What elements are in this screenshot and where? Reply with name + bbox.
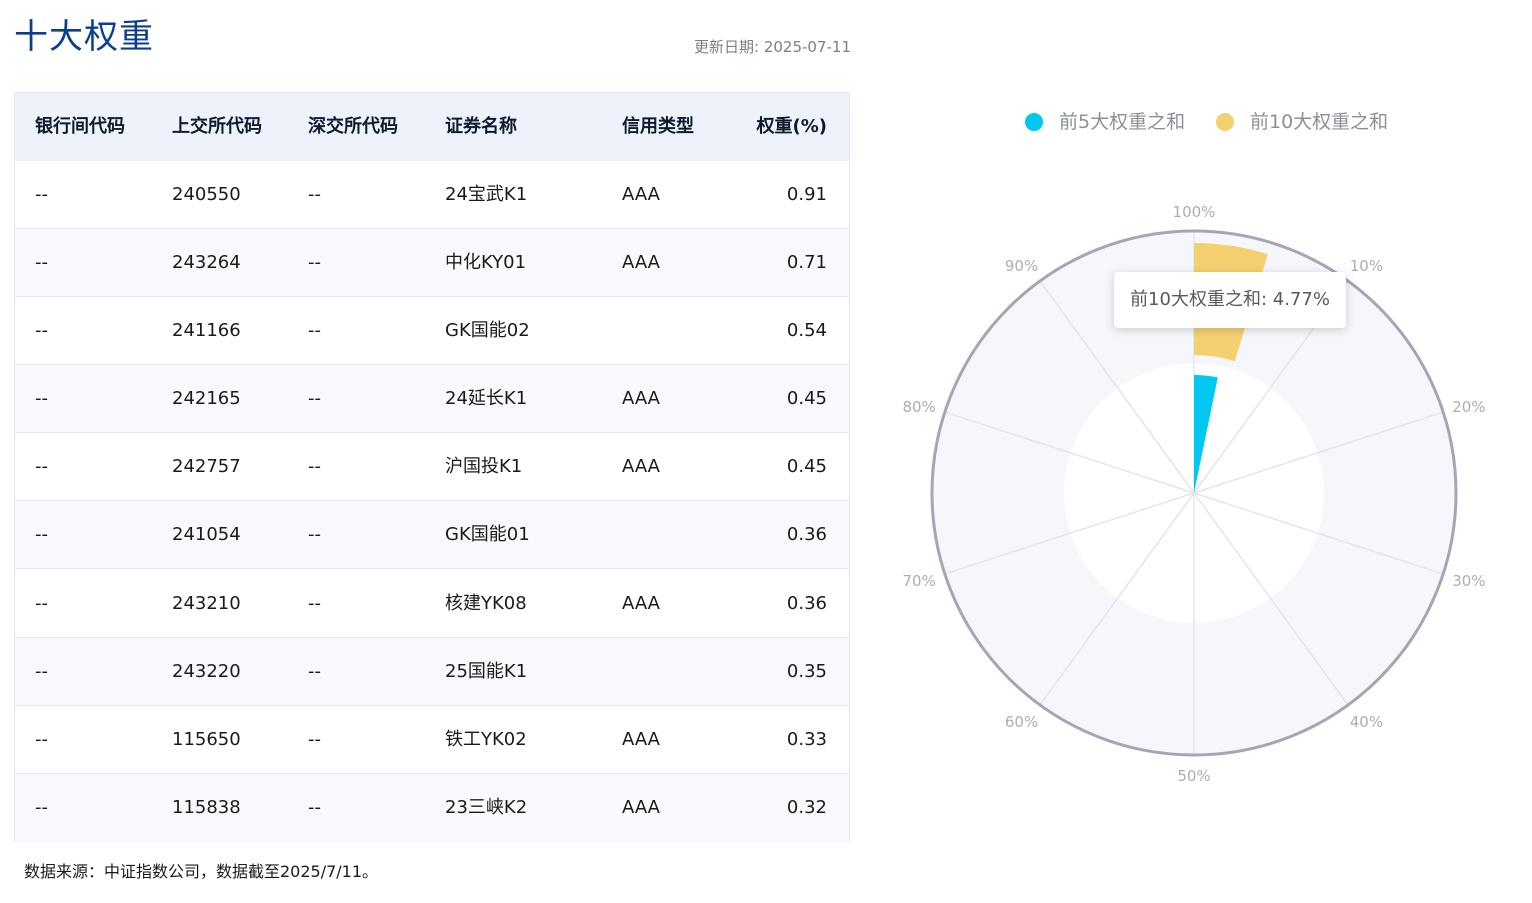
cell-credit-type: AAA [622, 456, 660, 477]
cell-security-name: 铁工YK02 [445, 729, 527, 750]
table-row: -- 241054 -- GK国能01 0.36 [15, 501, 849, 569]
cell-credit-type: AAA [622, 184, 660, 205]
cell-weight: 0.54 [786, 320, 827, 341]
cell-weight: 0.32 [786, 797, 827, 818]
cell-szse-code: -- [308, 388, 321, 409]
cell-sse-code: 240550 [172, 184, 241, 205]
table-row: -- 242165 -- 24延长K1 AAA 0.45 [15, 365, 849, 433]
cell-weight: 0.36 [786, 524, 827, 545]
cell-security-name: 24延长K1 [445, 388, 528, 409]
cell-szse-code: -- [308, 184, 321, 205]
cell-szse-code: -- [308, 797, 321, 818]
angle-tick-label: 10% [1350, 257, 1383, 275]
cell-weight: 0.36 [786, 593, 827, 614]
header-credit-type: 信用类型 [622, 116, 694, 137]
angle-tick-label: 100% [1173, 203, 1216, 221]
cell-sse-code: 243210 [172, 593, 241, 614]
cell-interbank-code: -- [35, 388, 48, 409]
cell-sse-code: 242165 [172, 388, 241, 409]
cell-interbank-code: -- [35, 524, 48, 545]
cell-interbank-code: -- [35, 320, 48, 341]
table-row: -- 243210 -- 核建YK08 AAA 0.36 [15, 570, 849, 638]
holdings-table: 银行间代码 上交所代码 深交所代码 证券名称 信用类型 权重(%) -- 240… [14, 92, 850, 842]
table-header-row: 银行间代码 上交所代码 深交所代码 证券名称 信用类型 权重(%) [15, 93, 849, 161]
cell-security-name: 24宝武K1 [445, 184, 528, 205]
angle-tick-label: 90% [1005, 257, 1038, 275]
cell-weight: 0.33 [786, 729, 827, 750]
cell-security-name: 中化KY01 [445, 252, 527, 273]
cell-sse-code: 241054 [172, 524, 241, 545]
cell-interbank-code: -- [35, 252, 48, 273]
header-sse-code: 上交所代码 [172, 116, 262, 137]
data-source-note: 数据来源：中证指数公司，数据截至2025/7/11。 [24, 862, 379, 881]
cell-sse-code: 242757 [172, 456, 241, 477]
cell-szse-code: -- [308, 593, 321, 614]
angle-tick-label: 80% [902, 398, 935, 416]
cell-interbank-code: -- [35, 184, 48, 205]
angle-tick-label: 50% [1177, 767, 1210, 785]
cell-interbank-code: -- [35, 729, 48, 750]
angle-tick-label: 20% [1452, 398, 1485, 416]
angle-tick-label: 60% [1005, 713, 1038, 731]
cell-security-name: GK国能01 [445, 524, 530, 545]
cell-credit-type: AAA [622, 388, 660, 409]
table-row: -- 241166 -- GK国能02 0.54 [15, 297, 849, 365]
cell-security-name: 沪国投K1 [445, 456, 523, 477]
cell-sse-code: 243220 [172, 661, 241, 682]
cell-weight: 0.45 [786, 456, 827, 477]
cell-interbank-code: -- [35, 593, 48, 614]
cell-szse-code: -- [308, 524, 321, 545]
cell-credit-type: AAA [622, 252, 660, 273]
cell-szse-code: -- [308, 456, 321, 477]
update-date: 更新日期: 2025-07-11 [694, 38, 851, 56]
polar-bar-chart: 100% 10% 20% 30% 40% 50% 60% 70% 80% 90% [902, 203, 1485, 785]
cell-interbank-code: -- [35, 456, 48, 477]
cell-szse-code: -- [308, 320, 321, 341]
page-title: 十大权重 [14, 17, 154, 57]
cell-szse-code: -- [308, 661, 321, 682]
cell-sse-code: 115650 [172, 729, 241, 750]
cell-weight: 0.91 [786, 184, 827, 205]
cell-credit-type: AAA [622, 593, 660, 614]
angle-tick-label: 70% [902, 572, 935, 590]
header-weight: 权重(%) [756, 116, 828, 137]
cell-security-name: 核建YK08 [445, 593, 527, 614]
cell-weight: 0.35 [786, 661, 827, 682]
cell-sse-code: 241166 [172, 320, 241, 341]
cell-sse-code: 115838 [172, 797, 241, 818]
cell-interbank-code: -- [35, 661, 48, 682]
cell-szse-code: -- [308, 252, 321, 273]
table-row: -- 243264 -- 中化KY01 AAA 0.71 [15, 229, 849, 297]
cell-security-name: 25国能K1 [445, 661, 528, 682]
cell-weight: 0.71 [786, 252, 827, 273]
cell-weight: 0.45 [786, 388, 827, 409]
header-szse-code: 深交所代码 [308, 116, 398, 137]
header-security-name: 证券名称 [445, 116, 517, 137]
table-row: -- 242757 -- 沪国投K1 AAA 0.45 [15, 433, 849, 501]
table-row: -- 115650 -- 铁工YK02 AAA 0.33 [15, 706, 849, 774]
cell-szse-code: -- [308, 729, 321, 750]
chart-tooltip: 前10大权重之和: 4.77% [1114, 272, 1346, 328]
cell-sse-code: 243264 [172, 252, 241, 273]
angle-tick-label: 40% [1350, 713, 1383, 731]
cell-interbank-code: -- [35, 797, 48, 818]
angle-tick-label: 30% [1452, 572, 1485, 590]
cell-security-name: 23三峡K2 [445, 797, 528, 818]
cell-credit-type: AAA [622, 729, 660, 750]
header-interbank-code: 银行间代码 [35, 116, 125, 137]
cell-credit-type: AAA [622, 797, 660, 818]
table-row: -- 115838 -- 23三峡K2 AAA 0.32 [15, 774, 849, 842]
table-row: -- 243220 -- 25国能K1 0.35 [15, 638, 849, 706]
cell-security-name: GK国能02 [445, 320, 530, 341]
table-row: -- 240550 -- 24宝武K1 AAA 0.91 [15, 161, 849, 229]
